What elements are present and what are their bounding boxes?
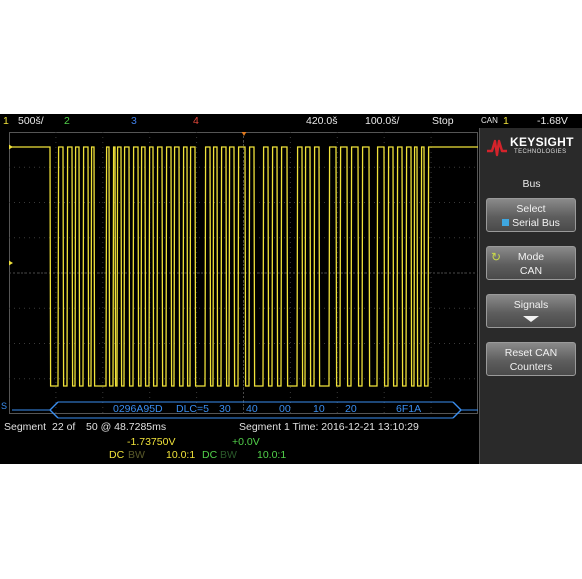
ch4-number[interactable]: 4 bbox=[193, 114, 199, 128]
softkey-value: CAN bbox=[519, 265, 543, 277]
ch2-probe: 10.0:1 bbox=[257, 449, 287, 461]
ch1-offset[interactable]: -1.73750V bbox=[127, 436, 175, 449]
softkey-label: Signals bbox=[513, 299, 549, 311]
segment-info: Segment 22 of 50 @ 48.7285ms Segment 1 T… bbox=[0, 420, 478, 434]
brand-subtitle: TECHNOLOGIES bbox=[514, 149, 567, 155]
ch1-bw-limit: BW bbox=[128, 449, 145, 461]
submenu-arrow-icon bbox=[487, 312, 575, 326]
ch1-number[interactable]: 1 bbox=[3, 114, 9, 128]
trigger-source[interactable]: CAN bbox=[481, 114, 498, 128]
ch2-number[interactable]: 2 bbox=[64, 114, 70, 128]
softkey-value-text: Serial Bus bbox=[512, 217, 560, 229]
can-byte: 10 bbox=[313, 403, 325, 415]
segment1-time: Segment 1 Time: 2016-12-21 13:10:29 bbox=[239, 421, 419, 433]
status-bar: 1 500š/ 2 3 4 420.0š 100.0š/ Stop CAN 1 … bbox=[0, 114, 568, 128]
segment-count-time: 50 @ 48.7285ms bbox=[86, 421, 167, 433]
softkey-label: Mode bbox=[517, 251, 545, 263]
ch3-number[interactable]: 3 bbox=[131, 114, 137, 128]
softkey-value: Serial Bus bbox=[487, 216, 575, 230]
run-state[interactable]: Stop bbox=[432, 114, 454, 128]
segment-index: 22 of bbox=[52, 421, 76, 433]
can-byte: 20 bbox=[345, 403, 357, 415]
waveform-area[interactable] bbox=[9, 132, 478, 414]
select-serial-bus-softkey[interactable]: Select Serial Bus bbox=[486, 198, 576, 232]
can-byte: 30 bbox=[219, 403, 231, 415]
oscilloscope-display: 1 500š/ 2 3 4 420.0š 100.0š/ Stop CAN 1 … bbox=[0, 114, 582, 464]
can-id: 0296A95D bbox=[113, 403, 163, 415]
ch1-coupling: DC bbox=[109, 449, 125, 461]
can-crc: 6F1A bbox=[396, 403, 422, 415]
menu-title: Bus bbox=[522, 178, 541, 190]
softkey-label: Select bbox=[516, 203, 546, 215]
ch2-bw-limit: BW bbox=[220, 449, 237, 461]
checkbox-icon bbox=[502, 219, 510, 226]
mode-softkey[interactable]: ↻ Mode CAN bbox=[486, 246, 576, 280]
brand-name: KEYSIGHT bbox=[510, 135, 574, 149]
softkey-label: Reset CAN bbox=[504, 347, 558, 359]
softkey-label-line2: Counters bbox=[509, 361, 553, 373]
segment-label: Segment bbox=[4, 421, 47, 433]
time-per-div[interactable]: 420.0š bbox=[306, 114, 338, 128]
reset-can-counters-softkey[interactable]: Reset CAN Counters bbox=[486, 342, 576, 376]
softkey-panel: KEYSIGHT TECHNOLOGIES Bus Select Serial … bbox=[479, 128, 582, 464]
channel-readouts: -1.73750V +0.0V DC BW 10.0:1 DC BW 10.0:… bbox=[0, 434, 478, 464]
trigger-channel: 1 bbox=[503, 115, 509, 127]
can-byte: 00 bbox=[279, 403, 291, 415]
keysight-logo: KEYSIGHT TECHNOLOGIES bbox=[484, 132, 579, 162]
signals-softkey[interactable]: Signals bbox=[486, 294, 576, 328]
ch1-scale[interactable]: 500š/ bbox=[18, 114, 44, 128]
ch2-offset[interactable]: +0.0V bbox=[232, 436, 260, 449]
waveform-plot bbox=[9, 132, 478, 414]
ch2-coupling: DC bbox=[202, 449, 218, 461]
time-offset[interactable]: 100.0š/ bbox=[365, 114, 399, 128]
keysight-wave-icon bbox=[487, 139, 507, 157]
trigger-level[interactable]: -1.68V bbox=[537, 114, 568, 128]
ch1-probe: 10.0:1 bbox=[166, 449, 196, 461]
can-byte: 40 bbox=[246, 403, 258, 415]
can-decode-bar: S 0296A95D DLC=5 30 40 00 10 20 6F1A bbox=[0, 400, 478, 420]
can-dlc: DLC=5 bbox=[176, 403, 209, 415]
